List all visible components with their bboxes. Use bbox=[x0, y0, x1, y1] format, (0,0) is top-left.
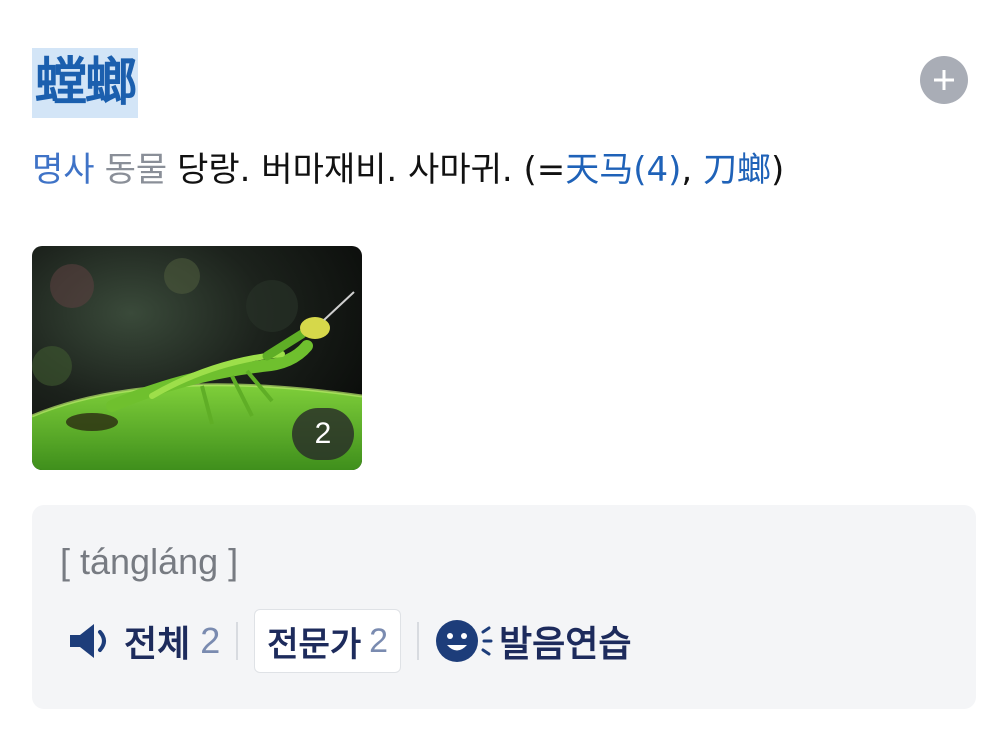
pronunciation-box: [ tángláng ] 전체 2 전문가 2 발음연습 bbox=[32, 505, 976, 709]
expert-label: 전문가 bbox=[267, 624, 362, 665]
closing-paren: ) bbox=[771, 150, 785, 190]
play-all-count: 2 bbox=[200, 620, 221, 661]
synonym-link-daolang[interactable]: 刀螂 bbox=[703, 150, 771, 190]
smiley-practice-icon bbox=[436, 620, 493, 662]
field-label: 동물 bbox=[104, 150, 168, 190]
headword[interactable]: 螳螂 bbox=[32, 48, 139, 118]
pronunciation-actions: 전체 2 전문가 2 발음연습 bbox=[68, 609, 632, 673]
expert-count: 2 bbox=[369, 621, 389, 660]
meaning-line: 명사 동물 당랑. 버마재비. 사마귀. (=天马(4), 刀螂) bbox=[32, 146, 968, 194]
expert-button[interactable]: 전문가 2 bbox=[254, 609, 402, 673]
synonym-separator: , bbox=[681, 150, 704, 190]
speaker-icon bbox=[70, 624, 106, 658]
play-all-label: 전체 bbox=[124, 624, 191, 665]
play-all-button[interactable]: 전체 2 bbox=[68, 615, 220, 667]
entry-image[interactable]: 2 bbox=[32, 246, 362, 470]
dictionary-entry: 螳螂 명사 동물 당랑. 버마재비. 사마귀. (=天马(4), 刀螂) bbox=[32, 48, 968, 194]
synonym-link-tianma[interactable]: 天马(4) bbox=[565, 150, 681, 190]
add-to-wordbook-button[interactable] bbox=[920, 56, 968, 104]
headword-row: 螳螂 bbox=[32, 48, 968, 122]
image-count-badge: 2 bbox=[292, 408, 354, 460]
pinyin: [ tángláng ] bbox=[60, 541, 239, 582]
pronunciation-practice-button[interactable]: 발음연습 bbox=[435, 615, 632, 667]
plus-circle-icon bbox=[934, 70, 954, 90]
divider bbox=[236, 622, 239, 660]
definition-text: 당랑. 버마재비. 사마귀. (= bbox=[177, 150, 566, 190]
part-of-speech: 명사 bbox=[32, 150, 95, 190]
practice-label: 발음연습 bbox=[499, 624, 632, 665]
divider bbox=[417, 622, 420, 660]
